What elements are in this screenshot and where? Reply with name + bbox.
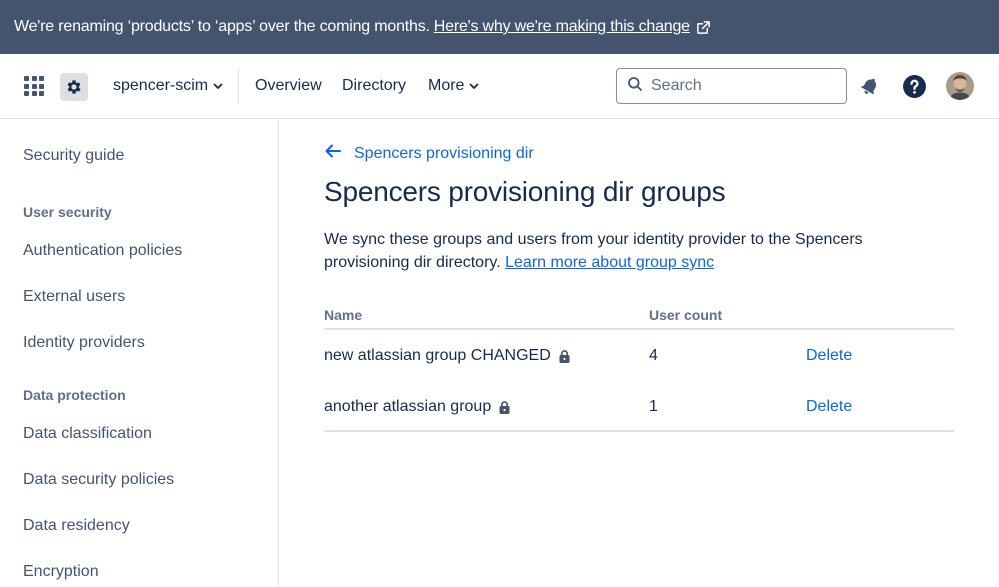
search-icon (627, 76, 643, 97)
search-field[interactable] (616, 68, 847, 104)
sidebar-item-security-guide[interactable]: Security guide (23, 147, 124, 165)
sidebar-item-encryption[interactable]: Encryption (23, 563, 99, 581)
sidebar-item-data-security-policies[interactable]: Data security policies (23, 471, 174, 489)
help-icon[interactable] (901, 73, 927, 99)
sidebar-item-data-classification[interactable]: Data classification (23, 425, 152, 443)
group-name: another atlassian group (324, 398, 492, 415)
groups-table: Name User count new atlassian group CHAN… (324, 304, 954, 432)
sidebar-heading-data-protection: Data protection (23, 387, 126, 403)
announcement-banner: We're renaming ‘products’ to ‘apps’ over… (0, 0, 999, 54)
external-link-icon[interactable] (696, 20, 711, 35)
lock-icon (559, 349, 570, 363)
delete-button[interactable]: Delete (806, 398, 852, 416)
nav-divider (238, 68, 239, 104)
arrow-left-icon (324, 143, 342, 164)
sidebar-item-authentication-policies[interactable]: Authentication policies (23, 242, 182, 260)
nav-more-label: More (428, 77, 465, 94)
nav-directory[interactable]: Directory (342, 77, 406, 95)
notification-bell-icon[interactable] (857, 73, 883, 99)
banner-link[interactable]: Here's why we're making this change (434, 18, 690, 36)
sidebar-item-identity-providers[interactable]: Identity providers (23, 334, 145, 352)
table-row: new atlassian group CHANGED 4 Delete (324, 330, 954, 381)
nav-overview[interactable]: Overview (255, 77, 322, 95)
group-name-cell: another atlassian group (324, 398, 510, 416)
user-avatar[interactable] (946, 72, 974, 100)
sidebar-item-data-residency[interactable]: Data residency (23, 517, 130, 535)
chevron-down-icon (212, 80, 224, 92)
column-header-name: Name (324, 307, 363, 323)
search-input[interactable] (651, 77, 831, 95)
org-name: spencer-scim (113, 77, 209, 94)
org-switcher[interactable]: spencer-scim (113, 77, 224, 95)
group-name-cell: new atlassian group CHANGED (324, 347, 570, 365)
sidebar-heading-user-security: User security (23, 204, 112, 220)
page-description: We sync these groups and users from your… (324, 228, 944, 274)
page-title: Spencers provisioning dir groups (324, 176, 726, 207)
sidebar-item-external-users[interactable]: External users (23, 288, 125, 306)
learn-more-link[interactable]: Learn more about group sync (505, 254, 714, 271)
user-count-cell: 1 (649, 398, 658, 415)
user-count-cell: 4 (649, 347, 658, 364)
main-content: Spencers provisioning dir Spencers provi… (280, 120, 999, 587)
group-name: new atlassian group CHANGED (324, 347, 551, 364)
chevron-down-icon (468, 80, 480, 92)
sidebar: Security guide User security Authenticat… (0, 120, 279, 587)
table-row: another atlassian group 1 Delete (324, 381, 954, 432)
back-link[interactable]: Spencers provisioning dir (324, 143, 534, 164)
banner-text: We're renaming ‘products’ to ‘apps’ over… (14, 18, 430, 35)
gear-icon[interactable] (60, 73, 88, 101)
column-header-user-count: User count (649, 307, 723, 323)
back-link-label: Spencers provisioning dir (354, 144, 534, 162)
delete-button[interactable]: Delete (806, 347, 852, 365)
lock-icon (499, 400, 510, 414)
top-navigation: spencer-scim Overview Directory More (0, 54, 999, 119)
nav-more[interactable]: More (428, 77, 480, 95)
table-header: Name User count (324, 304, 954, 330)
app-switcher-icon[interactable] (24, 76, 44, 96)
